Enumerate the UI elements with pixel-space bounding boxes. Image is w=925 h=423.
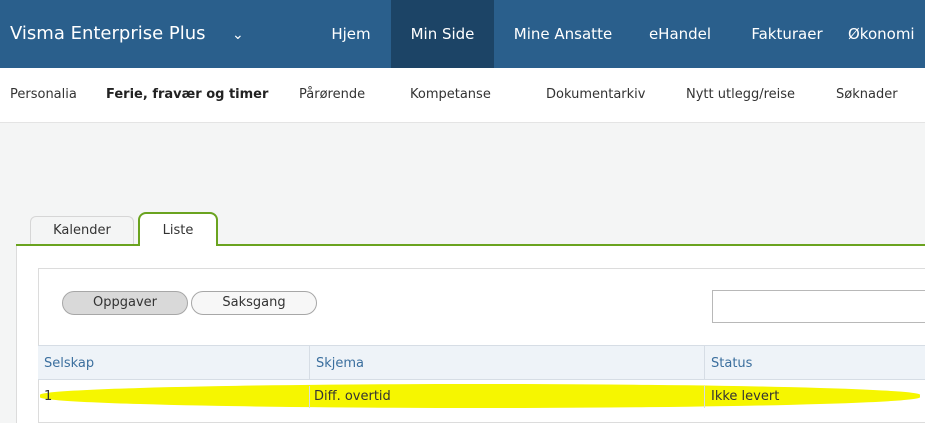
saksgang-toggle-button[interactable]: Saksgang xyxy=(191,291,317,315)
chevron-down-icon[interactable]: ⌄ xyxy=(232,0,244,68)
subnav-parorende[interactable]: Pårørende xyxy=(299,68,365,122)
cell-status[interactable]: Ikke levert xyxy=(709,386,919,408)
nav-fakturaer[interactable]: Fakturaer xyxy=(736,0,838,68)
sub-navigation: Personalia Ferie, fravær og timer Pårøre… xyxy=(0,68,925,123)
nav-mine-ansatte[interactable]: Mine Ansatte xyxy=(498,0,628,68)
search-input[interactable] xyxy=(712,290,925,323)
subnav-dokumentarkiv[interactable]: Dokumentarkiv xyxy=(546,68,645,122)
tab-liste[interactable]: Liste xyxy=(138,212,218,246)
subnav-nytt-utlegg-reise[interactable]: Nytt utlegg/reise xyxy=(686,68,795,122)
nav-ehandel[interactable]: eHandel xyxy=(636,0,724,68)
tab-kalender[interactable]: Kalender xyxy=(30,216,134,244)
subnav-personalia[interactable]: Personalia xyxy=(10,68,77,122)
subnav-ferie-fravaer-timer[interactable]: Ferie, fravær og timer xyxy=(106,68,268,122)
subnav-kompetanse[interactable]: Kompetanse xyxy=(410,68,491,122)
column-header-status[interactable]: Status xyxy=(705,345,925,380)
app-brand[interactable]: Visma Enterprise Plus xyxy=(10,0,206,68)
column-header-selskap[interactable]: Selskap xyxy=(38,345,310,380)
nav-min-side[interactable]: Min Side xyxy=(391,0,494,68)
subnav-soknader[interactable]: Søknader xyxy=(836,68,898,122)
cell-selskap[interactable]: 1 xyxy=(42,386,310,408)
nav-hjem[interactable]: Hjem xyxy=(317,0,385,68)
cell-skjema[interactable]: Diff. overtid xyxy=(312,386,705,408)
nav-okonomi[interactable]: Økonomi xyxy=(848,0,925,68)
column-header-skjema[interactable]: Skjema xyxy=(310,345,705,380)
top-navigation-bar: Visma Enterprise Plus ⌄ Hjem Min Side Mi… xyxy=(0,0,925,68)
oppgaver-toggle-button[interactable]: Oppgaver xyxy=(62,291,188,315)
